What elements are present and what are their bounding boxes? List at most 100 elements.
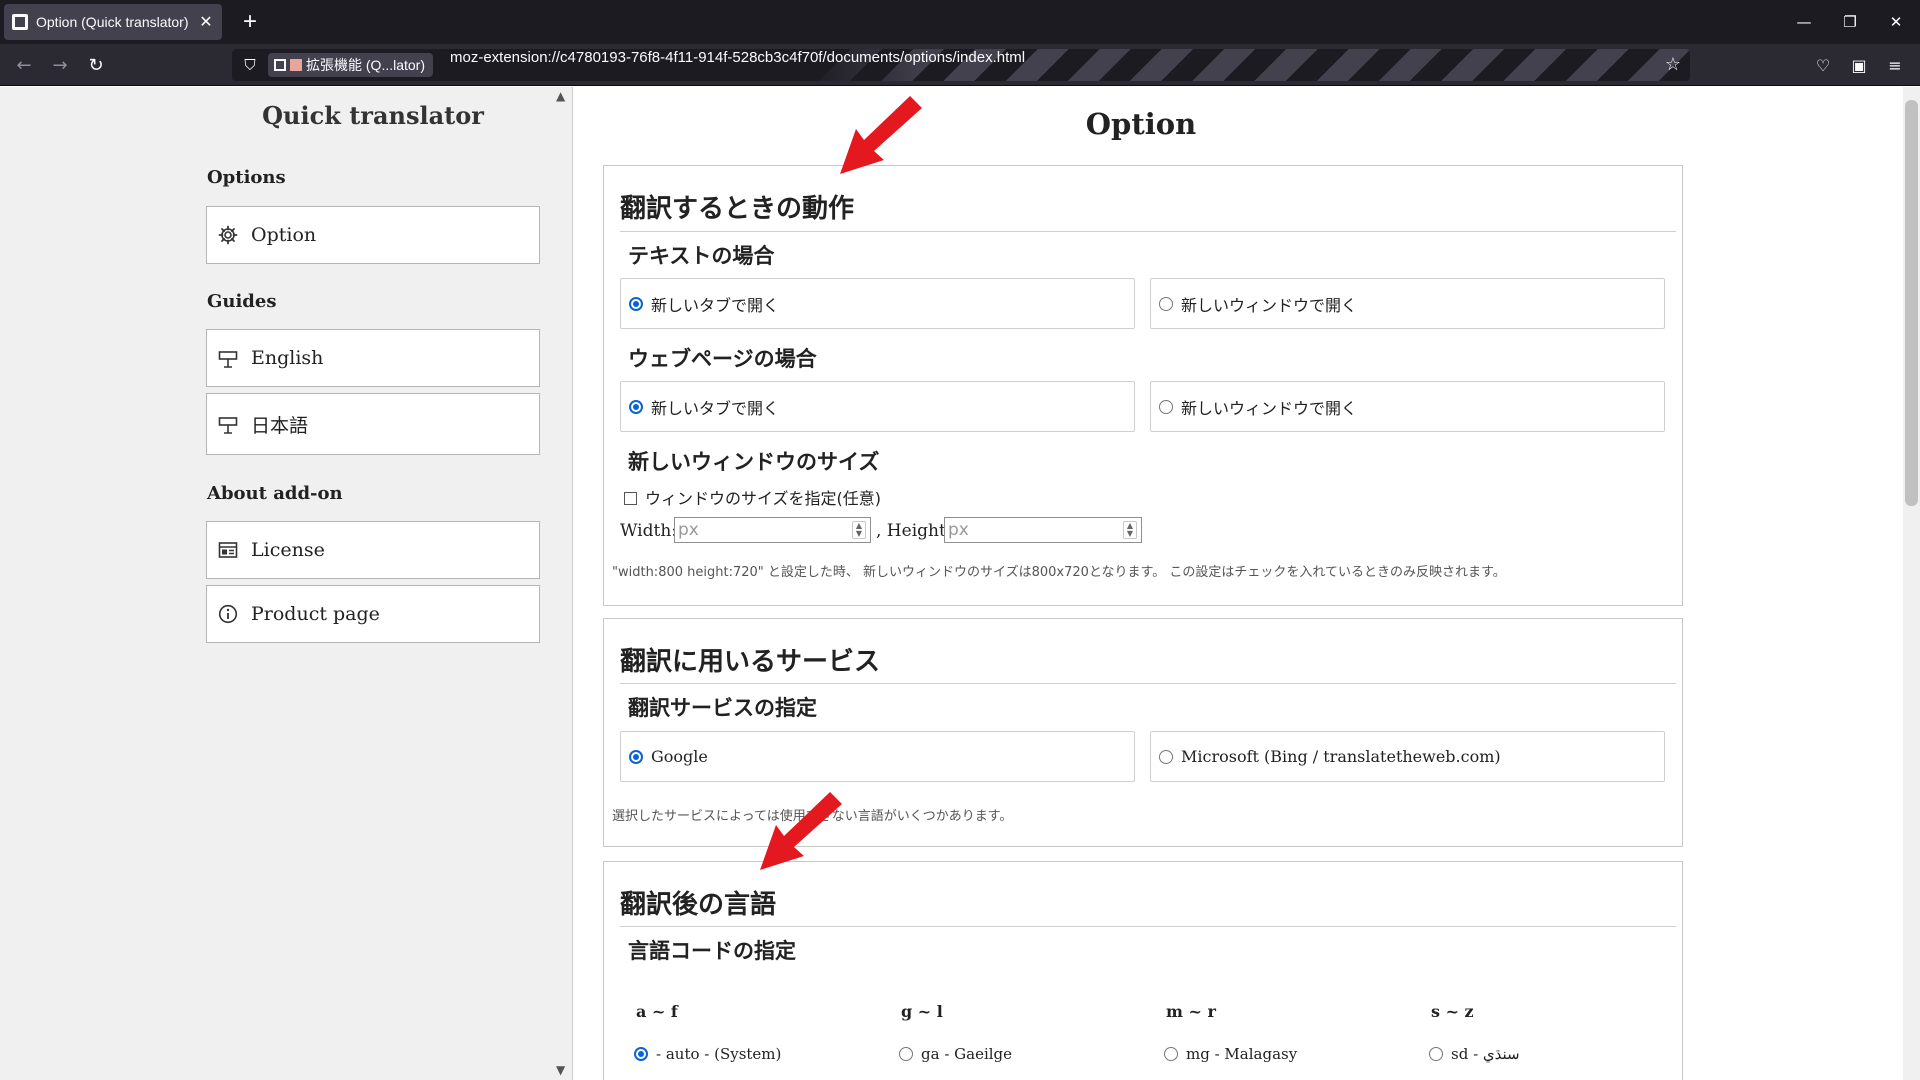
identity-label: 拡張機能 (Q...lator): [306, 57, 426, 73]
service-note: 選択したサービスによっては使用できない言語がいくつかあります。: [612, 809, 1013, 824]
radio-button[interactable]: [634, 1047, 648, 1061]
license-icon: [217, 539, 239, 561]
webpage-new-tab-option[interactable]: 新しいタブで開く: [620, 381, 1135, 432]
sidebar-item-license[interactable]: License: [206, 521, 540, 579]
option-label: ga - Gaeilge: [921, 1045, 1013, 1063]
divider: [620, 683, 1676, 684]
sidebar-item-label: License: [251, 539, 325, 561]
radio-button[interactable]: [629, 399, 643, 414]
radio-button[interactable]: [899, 1047, 913, 1061]
pocket-icon[interactable]: ♡: [1812, 55, 1834, 77]
column-heading-a-f: a ~ f: [636, 1002, 678, 1021]
sidebar-item-option[interactable]: Option: [206, 206, 540, 264]
target-language-subtitle: 言語コードの指定: [628, 939, 796, 963]
menu-icon[interactable]: ≡: [1884, 55, 1906, 77]
option-label: 新しいタブで開く: [651, 295, 780, 315]
service-title: 翻訳に用いるサービス: [620, 647, 881, 677]
webpage-case-title: ウェブページの場合: [628, 347, 817, 371]
sidebar-heading-options: Options: [207, 167, 286, 188]
window-size-checkbox[interactable]: [624, 492, 637, 505]
tab-favicon-icon: [12, 14, 28, 30]
window-size-title: 新しいウィンドウのサイズ: [628, 450, 880, 474]
width-input[interactable]: px ▲ ▼: [674, 517, 871, 543]
target-language-card: 翻訳後の言語 言語コードの指定 a ~ f g ~ l m ~ r s ~ z …: [603, 861, 1683, 1080]
sidebar-heading-guides: Guides: [207, 291, 277, 312]
browser-navigation-bar: ← → ↻ ⛉ 拡張機能 (Q...lator) moz-extension:/…: [0, 44, 1920, 86]
divider: [620, 926, 1676, 927]
close-window-icon[interactable]: ✕: [1882, 10, 1910, 34]
sidebar-item-label: 日本語: [251, 414, 309, 437]
text-new-tab-option[interactable]: 新しいタブで開く: [620, 278, 1135, 329]
radio-button[interactable]: [1159, 399, 1173, 414]
checkbox-label: ウィンドウのサイズを指定(任意): [645, 489, 882, 508]
shield-icon[interactable]: ⛉: [240, 55, 260, 75]
sidebar-scroll-down-icon[interactable]: ▼: [556, 1063, 565, 1077]
sidebar-item-label: Option: [251, 224, 317, 246]
text-case-title: テキストの場合: [628, 244, 775, 268]
lang-option-mg[interactable]: mg - Malagasy: [1164, 1045, 1297, 1063]
lang-option-auto[interactable]: - auto - (System): [634, 1045, 781, 1063]
reload-icon[interactable]: ↻: [82, 53, 110, 79]
target-language-title: 翻訳後の言語: [620, 890, 777, 920]
window-size-checkbox-row[interactable]: ウィンドウのサイズを指定(任意): [624, 485, 881, 509]
webpage-new-window-option[interactable]: 新しいウィンドウで開く: [1150, 381, 1665, 432]
extension-icon: [290, 59, 302, 71]
sidebar-item-japanese[interactable]: 日本語: [206, 393, 540, 455]
service-subtitle: 翻訳サービスの指定: [628, 696, 817, 720]
info-icon: [217, 603, 239, 625]
radio-button[interactable]: [1429, 1047, 1443, 1061]
url-text[interactable]: moz-extension://c4780193-76f8-4f11-914f-…: [450, 49, 1025, 81]
lang-option-sd[interactable]: sd - سنڌي: [1429, 1045, 1520, 1063]
tab-close-icon[interactable]: ✕: [198, 12, 214, 32]
option-label: 新しいタブで開く: [651, 398, 780, 418]
options-page: Option 翻訳するときの動作 テキストの場合 新しいタブで開く 新しいウィン…: [574, 87, 1903, 1080]
browser-tab-active[interactable]: Option (Quick translator) ✕: [4, 4, 222, 40]
service-google-option[interactable]: Google: [620, 731, 1135, 782]
sidebar-item-label: Product page: [251, 603, 380, 625]
new-tab-button[interactable]: +: [236, 8, 264, 36]
back-arrow-icon[interactable]: ←: [10, 53, 38, 79]
extension-identity-box[interactable]: 拡張機能 (Q...lator): [268, 53, 434, 77]
lang-option-ga[interactable]: ga - Gaeilge: [899, 1045, 1012, 1063]
radio-button[interactable]: [629, 749, 643, 764]
tab-title: Option (Quick translator): [36, 14, 189, 30]
sidebar-item-label: English: [251, 347, 324, 369]
spinner-icon[interactable]: ▲ ▼: [852, 521, 866, 539]
minimize-icon[interactable]: —: [1790, 10, 1818, 34]
option-label: Google: [651, 747, 708, 766]
browser-tab-strip: Option (Quick translator) ✕ + — ❐ ✕: [0, 0, 1920, 44]
text-new-window-option[interactable]: 新しいウィンドウで開く: [1150, 278, 1665, 329]
spinner-icon[interactable]: ▲ ▼: [1123, 521, 1137, 539]
forward-arrow-icon[interactable]: →: [46, 53, 74, 79]
column-heading-g-l: g ~ l: [901, 1002, 943, 1021]
option-label: - auto - (System): [656, 1045, 782, 1063]
radio-button[interactable]: [1159, 749, 1173, 764]
bookmark-star-icon[interactable]: ☆: [1662, 54, 1684, 76]
option-label: Microsoft (Bing / translatetheweb.com): [1181, 747, 1501, 766]
url-bar[interactable]: ⛉ 拡張機能 (Q...lator) moz-extension://c4780…: [232, 49, 1690, 81]
restore-icon[interactable]: ❐: [1836, 10, 1864, 34]
extension-toolbar-icon[interactable]: ▣: [1848, 55, 1870, 77]
signpost-icon: [217, 413, 239, 435]
radio-button[interactable]: [1164, 1047, 1178, 1061]
option-label: 新しいウィンドウで開く: [1181, 398, 1358, 418]
sidebar-heading-about: About add-on: [207, 483, 343, 504]
height-input[interactable]: px ▲ ▼: [944, 517, 1142, 543]
main-scrollbar-thumb[interactable]: [1905, 100, 1918, 506]
sidebar-item-english[interactable]: English: [206, 329, 540, 387]
signpost-icon: [217, 347, 239, 369]
width-label: Width:: [620, 521, 678, 541]
service-microsoft-option[interactable]: Microsoft (Bing / translatetheweb.com): [1150, 731, 1665, 782]
option-label: mg - Malagasy: [1186, 1045, 1298, 1063]
page-title: Option: [1085, 107, 1197, 141]
radio-button[interactable]: [629, 296, 643, 311]
puzzle-icon: [274, 59, 286, 71]
behavior-card: 翻訳するときの動作 テキストの場合 新しいタブで開く 新しいウィンドウで開く ウ…: [603, 165, 1683, 606]
divider: [620, 231, 1676, 232]
height-label: , Height:: [876, 521, 952, 541]
radio-button[interactable]: [1159, 296, 1173, 311]
column-heading-m-r: m ~ r: [1166, 1002, 1216, 1021]
behavior-title: 翻訳するときの動作: [620, 194, 855, 224]
sidebar: ▲ Quick translator Options Option Guides…: [0, 87, 573, 1080]
sidebar-item-product-page[interactable]: Product page: [206, 585, 540, 643]
